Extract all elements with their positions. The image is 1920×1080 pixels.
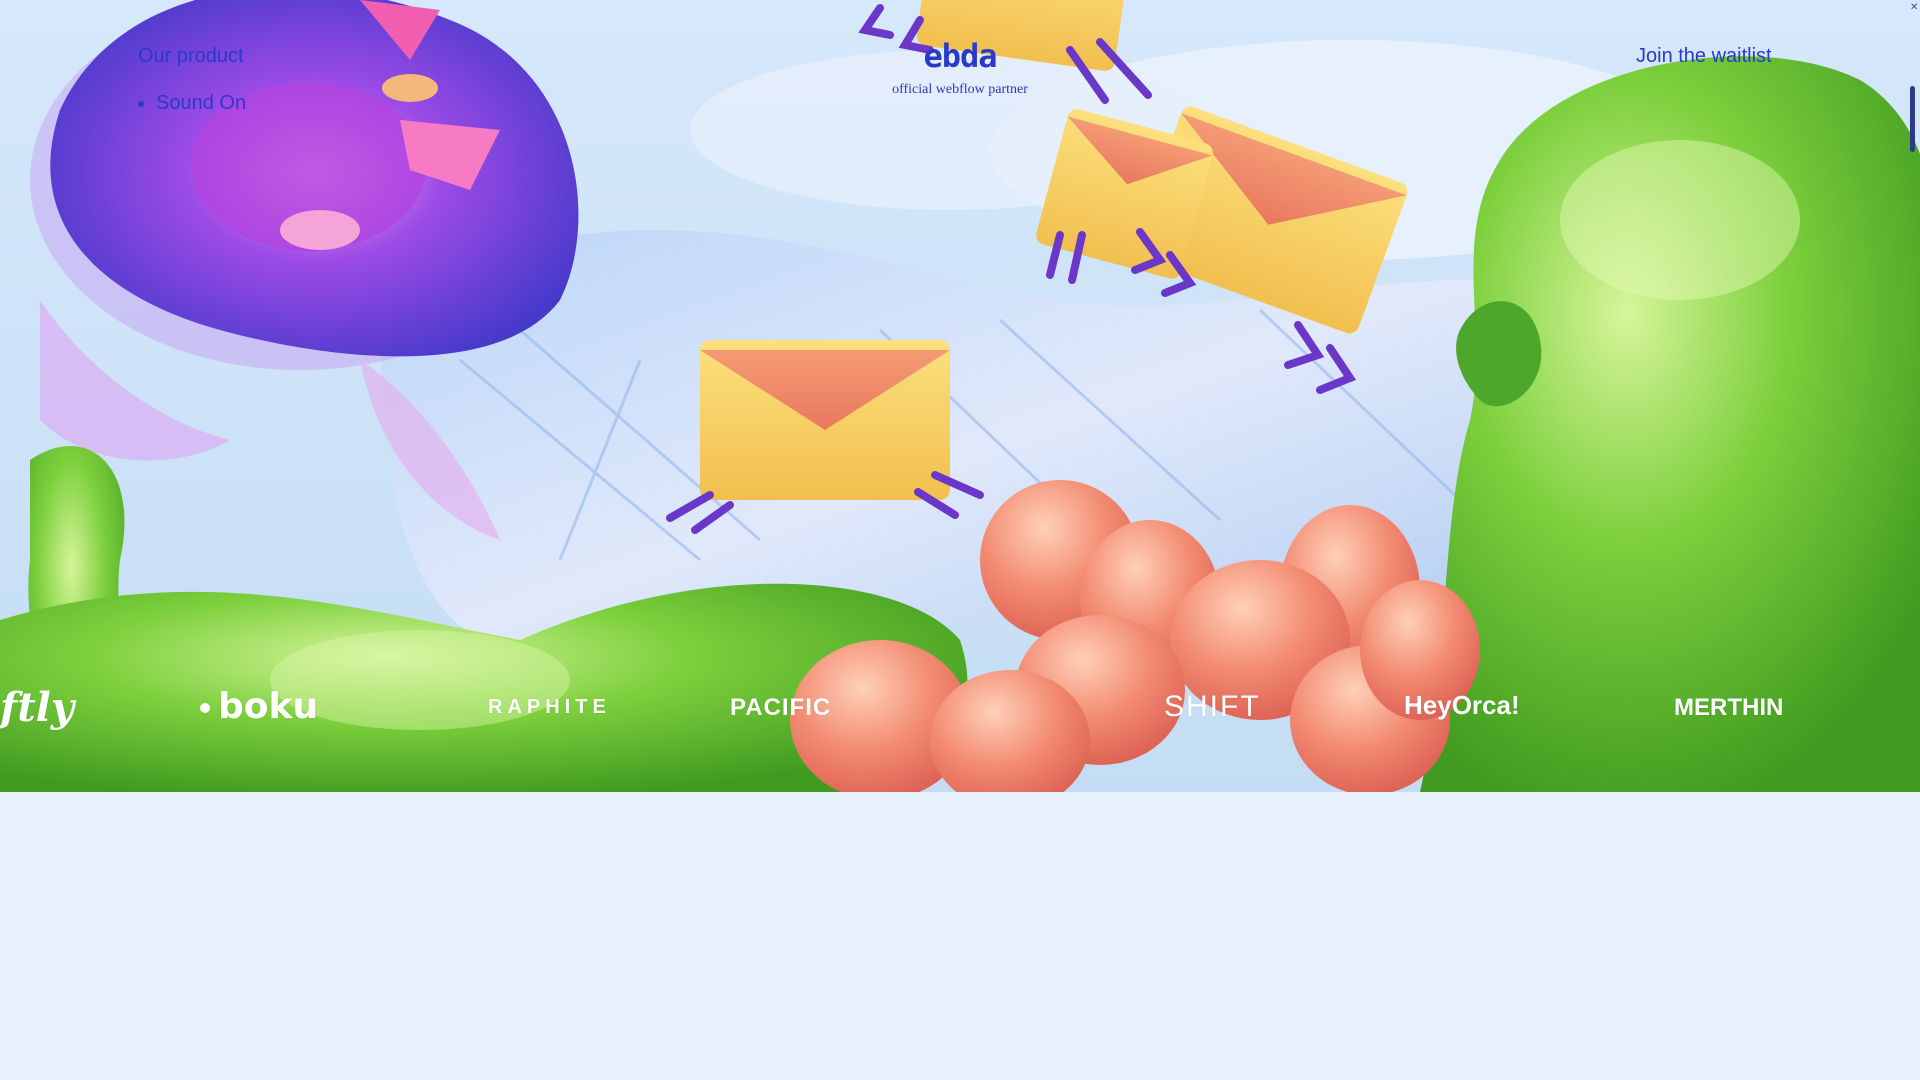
brand-logo: ebda — [923, 37, 997, 75]
brand-logo-link[interactable]: ebda official webflow partner — [880, 40, 1040, 98]
hero-scene: ftly boku RAPHITE PACIFIC SHIFT HeyOrca!… — [0, 0, 1920, 792]
nav-our-product-link[interactable]: Our product — [138, 45, 244, 68]
sound-on-toggle[interactable]: Sound On — [156, 92, 246, 115]
brand-tagline: official webflow partner — [892, 82, 1028, 97]
nav-sub-list: Sound On — [138, 92, 246, 115]
client-logo: SHIFT — [1164, 690, 1261, 723]
client-logo: RAPHITE — [488, 696, 611, 718]
client-logo: boku — [200, 686, 318, 727]
hero-illustration — [0, 0, 1920, 792]
dot-icon — [200, 703, 210, 713]
envelope-icon — [700, 340, 950, 500]
close-icon[interactable]: ✕ — [1910, 2, 1918, 13]
scrollbar-thumb[interactable] — [1910, 86, 1915, 152]
client-logo-strip: ftly boku RAPHITE PACIFIC SHIFT HeyOrca!… — [0, 680, 1920, 740]
client-logo: HeyOrca! — [1404, 690, 1520, 720]
page: ftly boku RAPHITE PACIFIC SHIFT HeyOrca!… — [0, 0, 1920, 1080]
join-waitlist-link[interactable]: Join the waitlist — [1636, 45, 1772, 68]
client-logo: PACIFIC — [730, 694, 832, 721]
client-logo: MERTHIN — [1674, 694, 1784, 721]
client-logo: ftly — [0, 684, 75, 731]
client-logo-text: boku — [218, 686, 319, 727]
